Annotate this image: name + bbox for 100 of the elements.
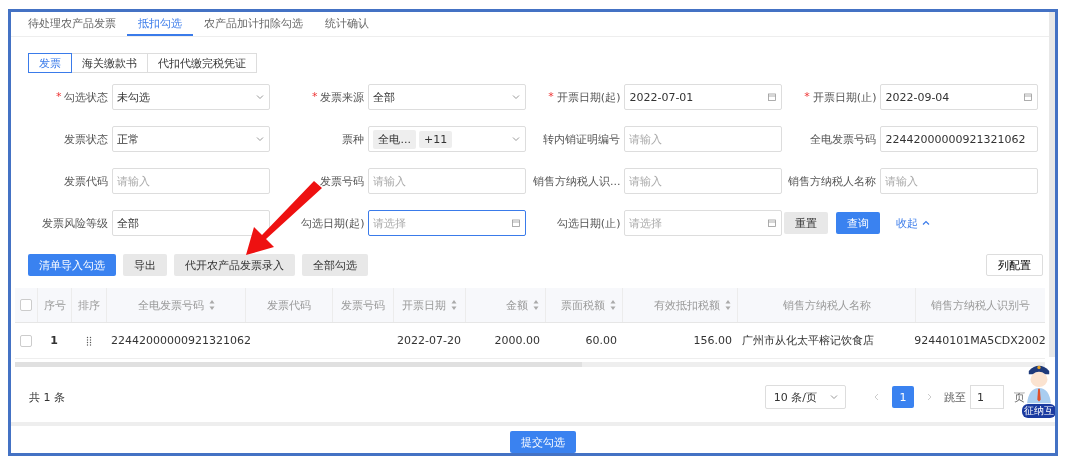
field-label: 转内销证明编号: [543, 131, 621, 147]
field-label: 发票代码: [64, 173, 109, 189]
field-value: 未勾选: [117, 89, 151, 105]
tag: +11: [418, 130, 453, 148]
field-label: 开票日期(起): [556, 89, 621, 105]
column-header: 销售方纳税人名称: [782, 297, 871, 313]
placeholder: 请输入: [117, 173, 151, 189]
calendar-icon: [767, 218, 777, 228]
field-label: 勾选日期(起): [300, 215, 365, 231]
input-field[interactable]: 2022-07-01: [624, 84, 782, 110]
action-button[interactable]: 导出: [123, 254, 167, 276]
assistant-badge[interactable]: 征纳互: [1022, 404, 1055, 418]
tab[interactable]: 待处理农产品发票: [17, 12, 127, 36]
tab[interactable]: 抵扣勾选: [127, 12, 193, 36]
column-header: 排序: [78, 297, 100, 313]
action-button[interactable]: 清单导入勾选: [28, 254, 116, 276]
total-count: 共 1 条: [29, 389, 65, 405]
tag: 全电...: [373, 129, 416, 149]
field-value: 全部: [373, 89, 396, 105]
field-label: 勾选状态: [64, 89, 109, 105]
placeholder: 请选择: [629, 215, 663, 231]
field-label: 发票号码: [320, 173, 365, 189]
chevron-down-icon: [829, 392, 839, 402]
scrollbar-thumb[interactable]: [15, 362, 582, 367]
submit-button[interactable]: 提交勾选: [510, 431, 576, 453]
segment-tab[interactable]: 代扣代缴完税凭证: [147, 53, 257, 73]
sort-icon[interactable]: [725, 299, 731, 311]
column-header: 序号: [43, 297, 66, 313]
tab[interactable]: 农产品加计扣除勾选: [193, 12, 314, 36]
row-checkbox[interactable]: [20, 334, 32, 347]
calendar-icon: [767, 92, 777, 102]
column-header: 有效抵扣税额: [654, 297, 720, 313]
input-field[interactable]: 全电... +11: [368, 126, 526, 152]
chevron-up-icon: [921, 218, 931, 228]
required-mark: *: [804, 89, 810, 105]
required-mark: *: [55, 89, 62, 105]
calendar-icon: [511, 218, 521, 228]
field-label: 发票风险等级: [42, 215, 109, 231]
column-header: 发票号码: [341, 297, 385, 313]
placeholder: 请输入: [629, 173, 663, 189]
chevron-down-icon: [255, 92, 265, 102]
input-field[interactable]: 未勾选: [112, 84, 270, 110]
field-label: 开票日期(止): [812, 89, 877, 105]
field-label: 勾选日期(止): [556, 215, 621, 231]
input-field[interactable]: 22442000000921321062: [880, 126, 1038, 152]
action-button[interactable]: 全部勾选: [302, 254, 368, 276]
table-cell: 22442000000921321062: [111, 334, 251, 347]
field-value: 2022-07-01: [629, 90, 694, 104]
page-button[interactable]: 1: [892, 386, 914, 408]
field-label: 发票来源: [320, 89, 365, 105]
column-header: 销售方纳税人识别号: [931, 297, 1030, 313]
field-label: 销售方纳税人识...: [532, 173, 621, 189]
table-cell: 2022-07-20: [397, 334, 461, 347]
page-input[interactable]: 1: [970, 385, 1004, 409]
sort-icon[interactable]: [610, 299, 616, 311]
field-value: 22442000000921321062: [885, 132, 1026, 146]
placeholder: 请输入: [885, 173, 919, 189]
input-field[interactable]: 全部: [368, 84, 526, 110]
input-field[interactable]: 正常: [112, 126, 270, 152]
collapse-link[interactable]: 收起: [896, 215, 931, 231]
input-field[interactable]: 2022-09-04: [880, 84, 1038, 110]
page-suffix: 页: [1014, 389, 1025, 405]
column-config-button[interactable]: 列配置: [986, 254, 1043, 276]
placeholder: 请选择: [373, 215, 407, 231]
field-label: 票种: [342, 131, 365, 147]
calendar-icon: [1023, 92, 1033, 102]
sort-icon[interactable]: [451, 299, 457, 311]
input-field[interactable]: 全部: [112, 210, 270, 236]
table-cell: 60.00: [585, 334, 617, 347]
tab[interactable]: 统计确认: [314, 12, 380, 36]
chevron-down-icon: [511, 92, 521, 102]
segment-tab[interactable]: 发票: [28, 53, 72, 73]
drag-handle-icon[interactable]: [85, 335, 92, 346]
table-cell: 2000.00: [494, 334, 540, 347]
field-label: 发票状态: [64, 131, 109, 147]
checkbox[interactable]: [20, 299, 32, 311]
table-cell: 156.00: [693, 334, 732, 347]
field-value: 正常: [117, 131, 140, 147]
field-value: 全部: [117, 215, 140, 231]
chevron-down-icon: [255, 134, 265, 144]
table-cell: 92440101MA5CDX2002: [914, 334, 1046, 347]
table-cell: 广州市从化太平榕记饮食店: [742, 333, 874, 348]
column-header: 金额: [506, 297, 528, 313]
sort-icon[interactable]: [533, 299, 539, 311]
field-label: 全电发票号码: [810, 131, 877, 147]
reset-button[interactable]: 重置: [784, 212, 828, 234]
required-mark: *: [548, 89, 554, 105]
page-size-select[interactable]: 10 条/页: [764, 385, 846, 409]
placeholder: 请输入: [629, 131, 663, 147]
jump-label: 跳至: [944, 389, 966, 405]
placeholder: 请输入: [373, 173, 407, 189]
query-button[interactable]: 查询: [836, 212, 880, 234]
action-button[interactable]: 代开农产品发票录入: [174, 254, 295, 276]
table-cell: 1: [50, 334, 58, 347]
required-mark: *: [311, 89, 318, 105]
chevron-down-icon: [511, 134, 521, 144]
sort-icon[interactable]: [208, 299, 215, 311]
field-label: 销售方纳税人名称: [788, 173, 877, 189]
column-header: 开票日期: [402, 297, 446, 313]
segment-tab[interactable]: 海关缴款书: [71, 53, 148, 73]
